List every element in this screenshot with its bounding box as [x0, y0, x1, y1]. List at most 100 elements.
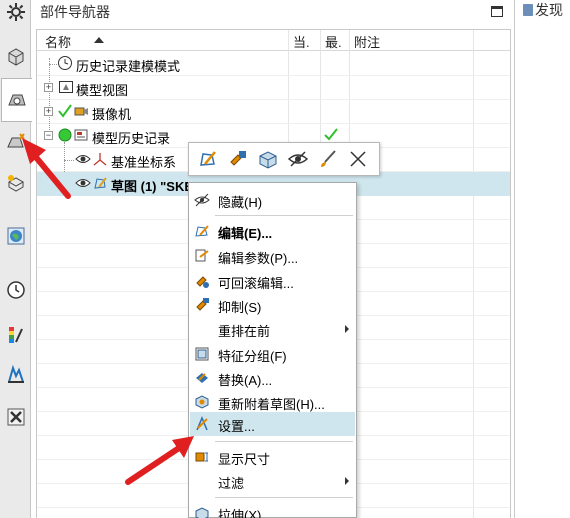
mini-toolbar: [188, 142, 380, 176]
part-navigator-icon: [8, 94, 26, 106]
tree-item-model-views[interactable]: + 模型视图: [37, 76, 510, 100]
column-name[interactable]: 名称: [45, 32, 71, 51]
constraint-navigator-icon: [6, 133, 25, 148]
resource-bar: [0, 0, 32, 518]
tab-discovery[interactable]: 发现: [523, 0, 563, 20]
menu-item-settings[interactable]: 设置...: [190, 412, 355, 436]
menu-item-edit-parameters[interactable]: 编辑参数(P)...: [190, 244, 355, 268]
edit-sketch-button[interactable]: [195, 146, 221, 172]
brush-icon: [321, 150, 336, 167]
green-status-icon: [58, 128, 72, 142]
camera-icon: [74, 107, 88, 116]
sort-ascending-icon[interactable]: [94, 37, 104, 43]
feature-group-button[interactable]: [255, 146, 281, 172]
edit-sketch-icon: [195, 225, 209, 237]
tree-item-label: 基准坐标系: [111, 155, 177, 170]
extrude-icon: [195, 507, 209, 518]
menu-item-reorder-before[interactable]: 重排在前: [190, 317, 355, 341]
menu-item-suppress[interactable]: 抑制(S): [190, 293, 355, 317]
menu-item-label: 拉伸(X)...: [218, 508, 273, 518]
column-latest[interactable]: 最.: [325, 32, 342, 51]
wrench-screwdriver-icon: [7, 408, 24, 426]
feature-group-icon: [195, 347, 209, 361]
clock-icon: [6, 281, 25, 299]
reuse-library-icon: [7, 175, 24, 192]
menu-item-label: 重排在前: [218, 324, 271, 339]
tree-item-label: 摄像机: [92, 107, 132, 122]
column-notes[interactable]: 附注: [354, 32, 380, 51]
edit-sketch-icon: [200, 151, 216, 166]
part-navigator-button[interactable]: [1, 78, 32, 122]
menu-item-hide[interactable]: 隐藏(H): [190, 188, 355, 212]
discovery-icon: [523, 4, 533, 16]
feature-block-icon: [259, 151, 277, 169]
expand-icon[interactable]: +: [44, 83, 53, 92]
brush-button[interactable]: [315, 146, 341, 172]
color-palette-icon: [8, 327, 23, 343]
menu-item-rollback-edit[interactable]: 可回滚编辑...: [190, 269, 355, 293]
gear-icon: [6, 3, 25, 21]
menu-item-reattach-sketch[interactable]: 重新附着草图(H)...: [190, 390, 355, 414]
eye-icon[interactable]: [75, 175, 91, 191]
history-folder-icon: [74, 129, 88, 141]
history-button[interactable]: [1, 273, 30, 307]
delete-button[interactable]: [345, 146, 371, 172]
suppress-icon: [196, 298, 209, 311]
menu-item-label: 编辑参数(P)...: [218, 251, 299, 266]
menu-item-label: 隐藏(H): [218, 195, 263, 210]
edit-parameters-icon: [195, 249, 209, 262]
menu-item-label: 特征分组(F): [218, 349, 287, 364]
menu-item-label: 设置...: [218, 419, 255, 434]
eye-slash-icon: [287, 151, 309, 167]
wrench-icon: [230, 151, 246, 166]
roles-icon: [7, 364, 24, 383]
tree-item-label: 模型视图: [76, 83, 129, 98]
maximize-button[interactable]: [491, 6, 503, 17]
checkmark-icon: [58, 104, 72, 118]
menu-item-label: 抑制(S): [218, 300, 262, 315]
menu-item-label: 替换(A)...: [218, 373, 273, 388]
datum-csys-icon: [93, 153, 107, 166]
settings-gear-button[interactable]: [1, 2, 30, 22]
menu-item-label: 可回滚编辑...: [218, 276, 294, 291]
collapse-icon[interactable]: −: [44, 131, 53, 140]
model-views-icon: [59, 81, 73, 93]
menu-item-label: 显示尺寸: [218, 452, 271, 467]
web-browser-button[interactable]: [1, 219, 30, 253]
submenu-arrow-icon: [345, 477, 349, 485]
tools-button[interactable]: [1, 400, 30, 434]
menu-item-filter[interactable]: 过滤: [190, 469, 355, 493]
menu-item-edit[interactable]: 编辑(E)...: [190, 219, 355, 243]
dimensions-icon: [195, 452, 208, 462]
expand-icon[interactable]: +: [44, 107, 53, 116]
tree-item-history-mode[interactable]: 历史记录建模模式: [37, 52, 510, 76]
menu-item-feature-group[interactable]: 特征分组(F): [190, 342, 355, 366]
menu-item-replace[interactable]: 替换(A)...: [190, 366, 355, 390]
hide-button[interactable]: [285, 146, 311, 172]
panel-title: 部件导航器: [40, 4, 110, 20]
eye-icon[interactable]: [75, 151, 91, 167]
reuse-library-button[interactable]: [1, 166, 30, 200]
visualization-button[interactable]: [1, 318, 30, 352]
column-current[interactable]: 当.: [293, 32, 310, 51]
menu-item-label: 编辑(E)...: [218, 226, 273, 241]
reattach-sketch-icon: [195, 395, 209, 409]
globe-icon: [7, 227, 24, 245]
tree-item-cameras[interactable]: + 摄像机: [37, 100, 510, 124]
tree-item-label: 模型历史记录: [92, 131, 171, 146]
roles-button[interactable]: [1, 358, 30, 392]
menu-item-show-dimensions[interactable]: 显示尺寸: [190, 445, 355, 469]
column-header-row: 名称 当. 最. 附注: [37, 30, 510, 51]
edit-parameters-button[interactable]: [225, 146, 251, 172]
latest-check-icon: [324, 128, 338, 141]
assembly-navigator-button[interactable]: [1, 40, 30, 74]
tab-discovery-label: 发现: [535, 2, 563, 18]
assembly-navigator-icon: [8, 48, 23, 66]
tree-item-label: 历史记录建模模式: [76, 59, 181, 74]
menu-item-extrude[interactable]: 拉伸(X)...: [190, 501, 355, 518]
context-menu: 隐藏(H) 编辑(E)... 编辑参数(P)... 可回滚编辑... 抑制(S)…: [188, 182, 357, 518]
menu-item-label: 过滤: [218, 476, 245, 491]
rollback-edit-icon: [196, 276, 209, 288]
constraint-navigator-button[interactable]: [1, 125, 30, 159]
eye-slash-icon: [194, 193, 210, 207]
